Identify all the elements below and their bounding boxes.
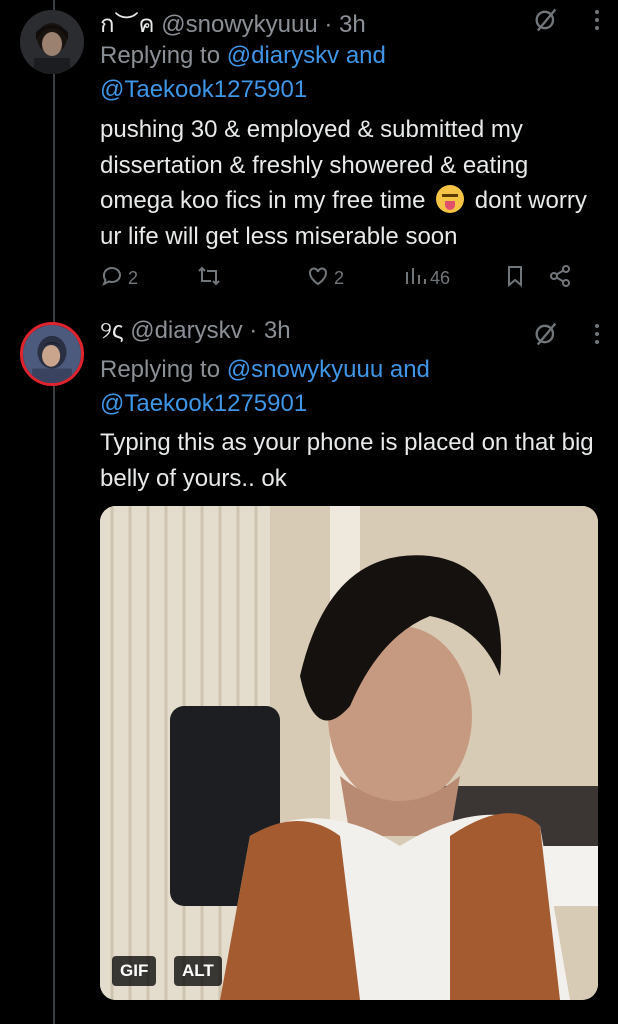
- tweet-header: ୨ς @diaryskv · 3h: [100, 317, 291, 345]
- reply-icon: [100, 264, 124, 293]
- replying-prefix: Replying to: [100, 356, 221, 383]
- gif-badge[interactable]: GIF: [112, 956, 157, 986]
- grok-icon[interactable]: [532, 320, 560, 353]
- reply-count: 2: [128, 268, 139, 288]
- more-icon[interactable]: [594, 8, 600, 37]
- bookmark-button[interactable]: [504, 264, 548, 293]
- avatar[interactable]: [20, 10, 84, 74]
- alt-badge[interactable]: ALT: [174, 956, 222, 986]
- mention-link[interactable]: @snowykyuuu: [227, 356, 383, 383]
- replying-prefix: Replying to: [100, 42, 221, 69]
- gif-media[interactable]: GIF ALT: [100, 506, 598, 1000]
- retweet-icon: [196, 264, 222, 293]
- mention-link[interactable]: @Taekook1275901: [100, 390, 307, 417]
- tweet-text: pushing 30 & employed & submitted my dis…: [100, 112, 598, 254]
- replying-and[interactable]: and: [346, 42, 386, 69]
- share-button[interactable]: [548, 264, 572, 293]
- views-count: 46: [430, 268, 451, 288]
- like-count: 2: [334, 268, 345, 288]
- tweet-snowykyuuu[interactable]: ก︶ค @snowykyuuu · 3h Replying to @diarys…: [0, 0, 618, 310]
- handle[interactable]: @snowykyuuu: [161, 11, 317, 38]
- display-name[interactable]: ୨ς: [100, 317, 124, 344]
- more-icon[interactable]: [594, 322, 600, 351]
- mention-link[interactable]: @Taekook1275901: [100, 76, 307, 103]
- grok-icon[interactable]: [532, 6, 560, 39]
- reply-button[interactable]: 2: [100, 264, 196, 293]
- share-icon: [548, 264, 572, 293]
- tweet-text: Typing this as your phone is placed on t…: [100, 429, 594, 492]
- gif-frame-image: [100, 506, 598, 1000]
- timestamp[interactable]: · 3h: [249, 317, 290, 344]
- display-name[interactable]: ก︶ค: [100, 11, 155, 38]
- views-icon: [404, 264, 426, 293]
- bookmark-icon: [504, 264, 526, 293]
- views-button[interactable]: 46: [404, 264, 504, 293]
- replying-and[interactable]: and: [390, 356, 430, 383]
- retweet-button[interactable]: [196, 264, 306, 293]
- tweet-diaryskv[interactable]: ୨ς @diaryskv · 3h Replying to @snowykyuu…: [0, 316, 618, 1024]
- avatar[interactable]: [20, 322, 84, 386]
- like-icon: [306, 264, 330, 293]
- handle[interactable]: @diaryskv: [130, 317, 242, 344]
- tweet-header: ก︶ค @snowykyuuu · 3h: [100, 4, 366, 43]
- replying-to: Replying to @snowykyuuu and @Taekook1275…: [100, 353, 430, 421]
- action-bar: 2 2 46: [100, 264, 590, 293]
- mention-link[interactable]: @diaryskv: [227, 42, 339, 69]
- replying-to: Replying to @diaryskv and @Taekook127590…: [100, 39, 386, 107]
- squinting-tongue-emoji-icon: [436, 185, 465, 213]
- timestamp[interactable]: · 3h: [324, 11, 365, 38]
- like-button[interactable]: 2: [306, 264, 404, 293]
